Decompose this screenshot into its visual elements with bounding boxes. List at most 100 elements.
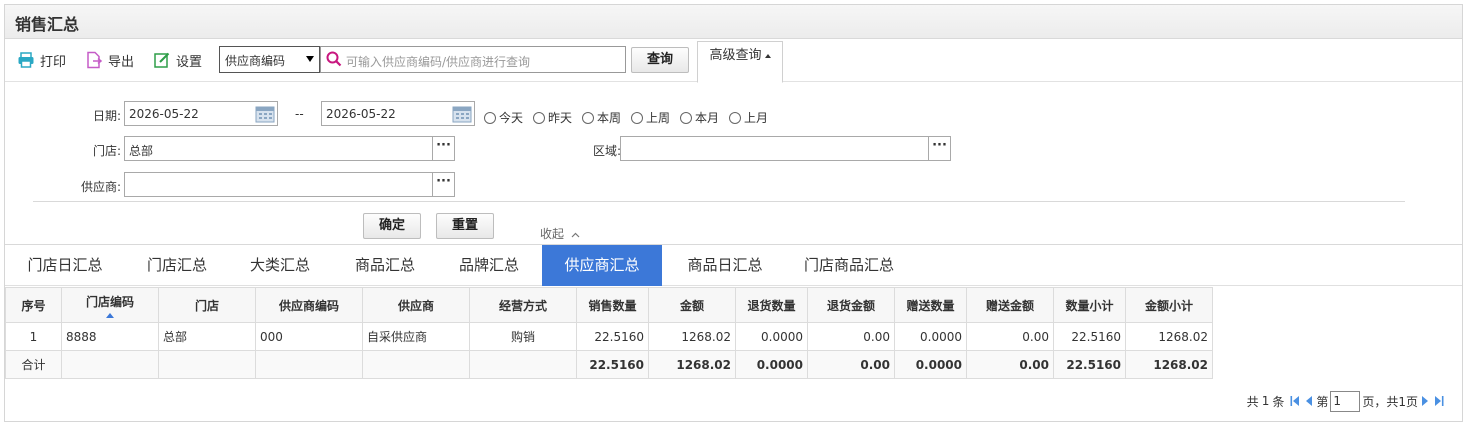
chevron-up-icon (571, 232, 580, 238)
print-button[interactable]: 打印 (17, 50, 66, 70)
cell-qty-subtotal: 22.5160 (1053, 322, 1126, 351)
print-label: 打印 (40, 54, 67, 70)
radio-circle (631, 111, 643, 124)
title-bar: 销售汇总 (5, 5, 1462, 39)
total-sales-qty: 22.5160 (576, 350, 649, 379)
radio-last-month[interactable]: 上月 (729, 109, 768, 126)
radio-this-week[interactable]: 本周 (582, 109, 621, 126)
radio-label: 本月 (695, 111, 720, 125)
advanced-query-tab[interactable]: 高级查询 (697, 41, 783, 83)
region-picker-button[interactable]: ··· (928, 136, 951, 161)
calendar-icon[interactable] (452, 104, 472, 123)
pagination: 共 1 条 第 1 页，共1页 (1247, 389, 1446, 413)
col-header[interactable]: 销售数量 (576, 287, 649, 323)
cell-seq: 1 (5, 322, 62, 351)
col-header[interactable]: 赠送数量 (894, 287, 967, 323)
table-row[interactable]: 1 8888 总部 000 自采供应商 购销 22.5160 1268.02 0… (5, 322, 1213, 351)
collapse-toggle[interactable]: 收起 (540, 225, 580, 242)
current-page-value: 1 (1333, 393, 1341, 408)
col-header[interactable]: 退货数量 (735, 287, 808, 323)
pager-total-prefix: 共 (1246, 394, 1259, 409)
cell-store-code: 8888 (61, 322, 159, 351)
tab-brand[interactable]: 品牌汇总 (443, 245, 535, 286)
tab-store-daily[interactable]: 门店日汇总 (13, 245, 117, 286)
tab-product[interactable]: 商品汇总 (339, 245, 431, 286)
pager-total-suffix: 条 (1272, 394, 1285, 409)
tab-store-product[interactable]: 门店商品汇总 (789, 245, 909, 286)
next-page-icon[interactable] (1420, 395, 1430, 407)
col-header[interactable]: 门店 (158, 287, 256, 323)
cell-amount-subtotal: 1268.02 (1125, 322, 1213, 351)
tab-product-daily[interactable]: 商品日汇总 (669, 245, 781, 286)
supplier-input[interactable]: ··· (124, 172, 455, 197)
col-header[interactable]: 供应商编码 (255, 287, 363, 323)
edit-icon (154, 52, 170, 68)
collapse-label: 收起 (540, 227, 565, 241)
search-field-select[interactable]: 供应商编码 (219, 46, 320, 73)
radio-circle (533, 111, 545, 124)
radio-label: 今天 (499, 111, 524, 125)
store-picker-button[interactable]: ··· (432, 136, 455, 161)
date-from-input[interactable]: 2026-05-22 (124, 101, 278, 126)
total-cell (362, 350, 470, 379)
radio-this-month[interactable]: 本月 (680, 109, 719, 126)
settings-button[interactable]: 设置 (153, 50, 202, 70)
col-header[interactable]: 退货金额 (807, 287, 895, 323)
summary-table: 序号 门店编码 门店 供应商编码 供应商 经营方式 销售数量 金额 退货数量 退… (5, 287, 1213, 379)
first-page-icon[interactable] (1290, 395, 1300, 407)
date-to-input[interactable]: 2026-05-22 (321, 101, 475, 126)
total-gift-qty: 0.0000 (894, 350, 967, 379)
col-header[interactable]: 数量小计 (1053, 287, 1126, 323)
query-button[interactable]: 查询 (631, 47, 689, 73)
store-input[interactable]: 总部 ··· (124, 136, 455, 161)
total-cell (469, 350, 577, 379)
col-header[interactable]: 经营方式 (469, 287, 577, 323)
total-cell (255, 350, 363, 379)
radio-circle (582, 111, 594, 124)
radio-label: 上周 (646, 111, 671, 125)
radio-yesterday[interactable]: 昨天 (533, 109, 572, 126)
col-header[interactable]: 金额小计 (1125, 287, 1213, 323)
region-input[interactable]: ··· (620, 136, 951, 161)
pager-page-suffix: 页，共1页 (1362, 394, 1418, 409)
cell-sales-qty: 22.5160 (576, 322, 649, 351)
radio-today[interactable]: 今天 (484, 109, 523, 126)
reset-button[interactable]: 重置 (436, 213, 494, 239)
page-number-input[interactable]: 1 (1330, 390, 1361, 412)
cell-supplier-code: 000 (255, 322, 363, 351)
total-gift-amount: 0.00 (966, 350, 1054, 379)
export-icon (87, 51, 103, 69)
tab-category[interactable]: 大类汇总 (234, 245, 326, 286)
col-header[interactable]: 赠送金额 (966, 287, 1054, 323)
col-header[interactable]: 序号 (5, 287, 62, 323)
tab-supplier[interactable]: 供应商汇总 (542, 245, 662, 286)
total-cell (61, 350, 159, 379)
printer-icon (18, 52, 34, 68)
total-qty-subtotal: 22.5160 (1053, 350, 1126, 379)
report-tabs: 门店日汇总 门店汇总 大类汇总 商品汇总 品牌汇总 供应商汇总 商品日汇总 门店… (5, 244, 1462, 286)
prev-page-icon[interactable] (1304, 395, 1314, 407)
col-header[interactable]: 门店编码 (61, 287, 159, 323)
store-label: 门店: (92, 144, 121, 158)
col-header[interactable]: 金额 (648, 287, 736, 323)
export-button[interactable]: 导出 (85, 50, 134, 70)
confirm-button[interactable]: 确定 (363, 213, 421, 239)
tab-store[interactable]: 门店汇总 (131, 245, 223, 286)
supplier-picker-button[interactable]: ··· (432, 172, 455, 197)
main-frame: 销售汇总 打印 导出 设置 供应商编码 可输入供应商编码/供应商进行查询 查询 … (4, 4, 1463, 422)
chevron-down-icon (306, 56, 314, 62)
last-page-icon[interactable] (1434, 395, 1444, 407)
cell-gift-qty: 0.0000 (894, 322, 967, 351)
radio-label: 上月 (744, 111, 769, 125)
table-total-row: 合计 22.5160 1268.02 0.0000 0.00 0.0000 0.… (5, 350, 1213, 379)
calendar-icon[interactable] (255, 104, 275, 123)
radio-circle (729, 111, 741, 124)
search-input[interactable]: 可输入供应商编码/供应商进行查询 (320, 46, 626, 73)
region-label: 区域: (592, 144, 621, 158)
total-return-qty: 0.0000 (735, 350, 808, 379)
col-header[interactable]: 供应商 (362, 287, 470, 323)
radio-last-week[interactable]: 上周 (631, 109, 670, 126)
cell-return-qty: 0.0000 (735, 322, 808, 351)
search-field-value: 供应商编码 (225, 54, 286, 68)
filter-form: 日期: 2026-05-22 -- 2026-05-22 今天 昨天 本周 上周… (5, 83, 1462, 243)
